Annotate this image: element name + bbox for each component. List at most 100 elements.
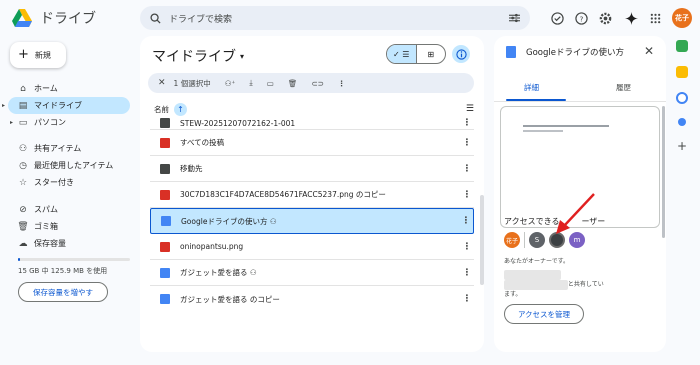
tab-details[interactable]: 詳細 bbox=[524, 82, 539, 93]
avatar[interactable]: 花子 bbox=[504, 232, 520, 248]
file-list-scrollbar[interactable] bbox=[480, 195, 484, 285]
file-row[interactable]: すべての投稿 ⋮ bbox=[150, 130, 474, 156]
svg-text:?: ? bbox=[579, 14, 583, 23]
nav-item-label: 共有アイテム bbox=[34, 144, 82, 153]
search-icon[interactable] bbox=[150, 12, 161, 24]
file-name: Googleドライブの使い方 ⚇ bbox=[181, 216, 459, 227]
tasks-icon[interactable] bbox=[676, 92, 688, 104]
file-row[interactable]: STEW-20251207072162-1-001 ⋮ bbox=[150, 118, 474, 130]
sort-ascending-icon[interactable]: ↑ bbox=[174, 102, 187, 116]
storage-usage-fill bbox=[18, 258, 20, 261]
folder-icon bbox=[160, 137, 170, 148]
more-options-icon[interactable]: ⋮ bbox=[460, 190, 474, 200]
nav-item-spam[interactable]: ⊘ スパム bbox=[0, 201, 134, 218]
new-button[interactable]: + 新規 bbox=[10, 42, 66, 68]
selection-count: 1 個選択中 bbox=[173, 78, 211, 88]
star-icon: ☆ bbox=[18, 177, 28, 188]
move-folder-icon[interactable]: ▭ bbox=[267, 79, 274, 88]
avatar[interactable]: S bbox=[529, 232, 545, 248]
buy-storage-button[interactable]: 保存容量を増やす bbox=[18, 282, 108, 302]
file-row[interactable]: oninopantsu.png ⋮ bbox=[150, 234, 474, 260]
keep-icon[interactable] bbox=[676, 66, 688, 78]
more-options-icon[interactable]: ⋮ bbox=[460, 242, 474, 252]
expand-arrow-icon[interactable]: ▸ bbox=[10, 119, 13, 126]
contacts-icon[interactable] bbox=[678, 118, 686, 126]
file-name: STEW-20251207072162-1-001 bbox=[180, 119, 296, 128]
owner-note: あなたがオーナーです。 bbox=[504, 258, 570, 265]
nav-item-computers[interactable]: ▸ ▭ パソコン bbox=[0, 114, 134, 131]
search-bar[interactable]: ドライブで検索 bbox=[140, 6, 530, 30]
preview-text-line bbox=[523, 130, 563, 132]
details-title: Googleドライブの使い方 bbox=[526, 48, 624, 58]
nav-item-my-drive[interactable]: ▸ ▤ マイドライブ bbox=[2, 97, 130, 114]
avatar-divider bbox=[524, 232, 525, 248]
copy-link-icon[interactable]: ⊂⊃ bbox=[311, 79, 324, 88]
search-input[interactable]: ドライブで検索 bbox=[169, 12, 501, 25]
file-row-selected[interactable]: Googleドライブの使い方 ⚇ ⋮ bbox=[150, 208, 474, 234]
file-row[interactable]: 30C7D183C1F4D7ACE8D54671FACC5237.png のコピ… bbox=[150, 182, 474, 208]
sort-options-icon[interactable]: ☰ bbox=[466, 104, 474, 114]
list-view-button[interactable]: ✓ ☰ bbox=[387, 45, 417, 63]
nav-item-starred[interactable]: ☆ スター付き bbox=[0, 174, 134, 191]
shared-with-note: xxxxxxxxxxxxxxxx xxxxxxxxxxxxxxxxxxと共有して… bbox=[504, 270, 658, 300]
doc-file-icon bbox=[161, 216, 171, 226]
close-icon[interactable]: ✕ bbox=[644, 44, 654, 58]
share-add-person-icon[interactable]: ⚇⁺ bbox=[225, 79, 236, 88]
more-actions-icon[interactable]: ⋮ bbox=[338, 79, 346, 88]
grid-icon: ⊞ bbox=[427, 49, 435, 59]
drive-logo[interactable]: ドライブ bbox=[12, 8, 96, 28]
tab-divider bbox=[494, 101, 666, 102]
page-title[interactable]: マイドライブ ▾ bbox=[152, 46, 244, 66]
settings-icon[interactable] bbox=[596, 9, 614, 27]
more-options-icon[interactable]: ⋮ bbox=[460, 294, 474, 304]
gemini-icon[interactable] bbox=[622, 9, 640, 27]
calendar-icon[interactable] bbox=[676, 40, 688, 52]
file-row[interactable]: ガジェット愛を語る ⚇ ⋮ bbox=[150, 260, 474, 286]
offline-status-icon[interactable] bbox=[548, 9, 566, 27]
nav-item-trash[interactable]: 🗑︎ ゴミ箱 bbox=[0, 218, 134, 235]
annotation-arrow bbox=[556, 193, 595, 234]
redacted-names: xxxxxxxxxxxxxxxx bbox=[504, 270, 561, 280]
file-name-text: Googleドライブの使い方 bbox=[181, 216, 268, 226]
new-button-label: 新規 bbox=[34, 50, 51, 60]
check-icon: ✓ bbox=[393, 49, 400, 59]
file-row[interactable]: 移動先 ⋮ bbox=[150, 156, 474, 182]
grid-view-button[interactable]: ⊞ bbox=[417, 45, 446, 63]
file-name: oninopantsu.png bbox=[180, 242, 244, 251]
preview-text-line bbox=[523, 125, 609, 127]
file-row[interactable]: ガジェット愛を語る のコピー ⋮ bbox=[150, 286, 474, 312]
more-options-icon[interactable]: ⋮ bbox=[460, 268, 474, 278]
selection-toolbar: ✕ 1 個選択中 ⚇⁺ ⤓ ▭ 🗑︎ ⊂⊃ ⋮ bbox=[148, 73, 474, 93]
more-options-icon[interactable]: ⋮ bbox=[460, 118, 474, 128]
download-icon[interactable]: ⤓ bbox=[249, 78, 252, 88]
info-button[interactable] bbox=[452, 45, 470, 63]
shared-note-end2: ます。 bbox=[504, 291, 522, 298]
account-avatar[interactable]: 花子 bbox=[672, 8, 692, 28]
nav-item-home[interactable]: ⌂ ホーム bbox=[0, 80, 134, 97]
manage-access-button[interactable]: アクセスを管理 bbox=[504, 304, 584, 324]
details-scrollbar[interactable] bbox=[662, 106, 665, 238]
expand-arrow-icon[interactable]: ▸ bbox=[2, 102, 5, 109]
more-options-icon[interactable]: ⋮ bbox=[459, 216, 473, 226]
delete-icon[interactable]: 🗑︎ bbox=[288, 79, 298, 88]
file-name: 30C7D183C1F4D7ACE8D54671FACC5237.png のコピ… bbox=[180, 190, 386, 199]
column-name-label[interactable]: 名前 bbox=[154, 104, 169, 115]
trash-icon: 🗑︎ bbox=[17, 221, 29, 232]
file-list-panel: マイドライブ ▾ ✓ ☰ ⊞ ✕ 1 個選択中 ⚇⁺ ⤓ ▭ 🗑︎ ⊂⊃ ⋮ 名… bbox=[140, 36, 484, 352]
nav-item-storage[interactable]: ☁︎ 保存容量 bbox=[0, 235, 134, 252]
nav-item-shared[interactable]: ⚇ 共有アイテム bbox=[0, 140, 134, 157]
help-icon[interactable]: ? bbox=[572, 9, 590, 27]
apps-grid-icon[interactable] bbox=[646, 9, 664, 27]
nav-item-recent[interactable]: ◷ 最近使用したアイテム bbox=[0, 157, 134, 174]
nav-item-label: スター付き bbox=[34, 178, 74, 187]
more-options-icon[interactable]: ⋮ bbox=[460, 138, 474, 148]
filter-options-icon[interactable] bbox=[509, 13, 520, 23]
file-list: STEW-20251207072162-1-001 ⋮ すべての投稿 ⋮ 移動先… bbox=[150, 118, 474, 312]
tab-activity[interactable]: 履歴 bbox=[616, 82, 631, 93]
view-toggle: ✓ ☰ ⊞ bbox=[386, 44, 446, 64]
info-icon bbox=[455, 48, 467, 60]
drive-logo-icon bbox=[12, 9, 32, 27]
add-app-icon[interactable]: + bbox=[676, 140, 688, 152]
clear-selection-icon[interactable]: ✕ bbox=[158, 78, 166, 88]
more-options-icon[interactable]: ⋮ bbox=[460, 164, 474, 174]
